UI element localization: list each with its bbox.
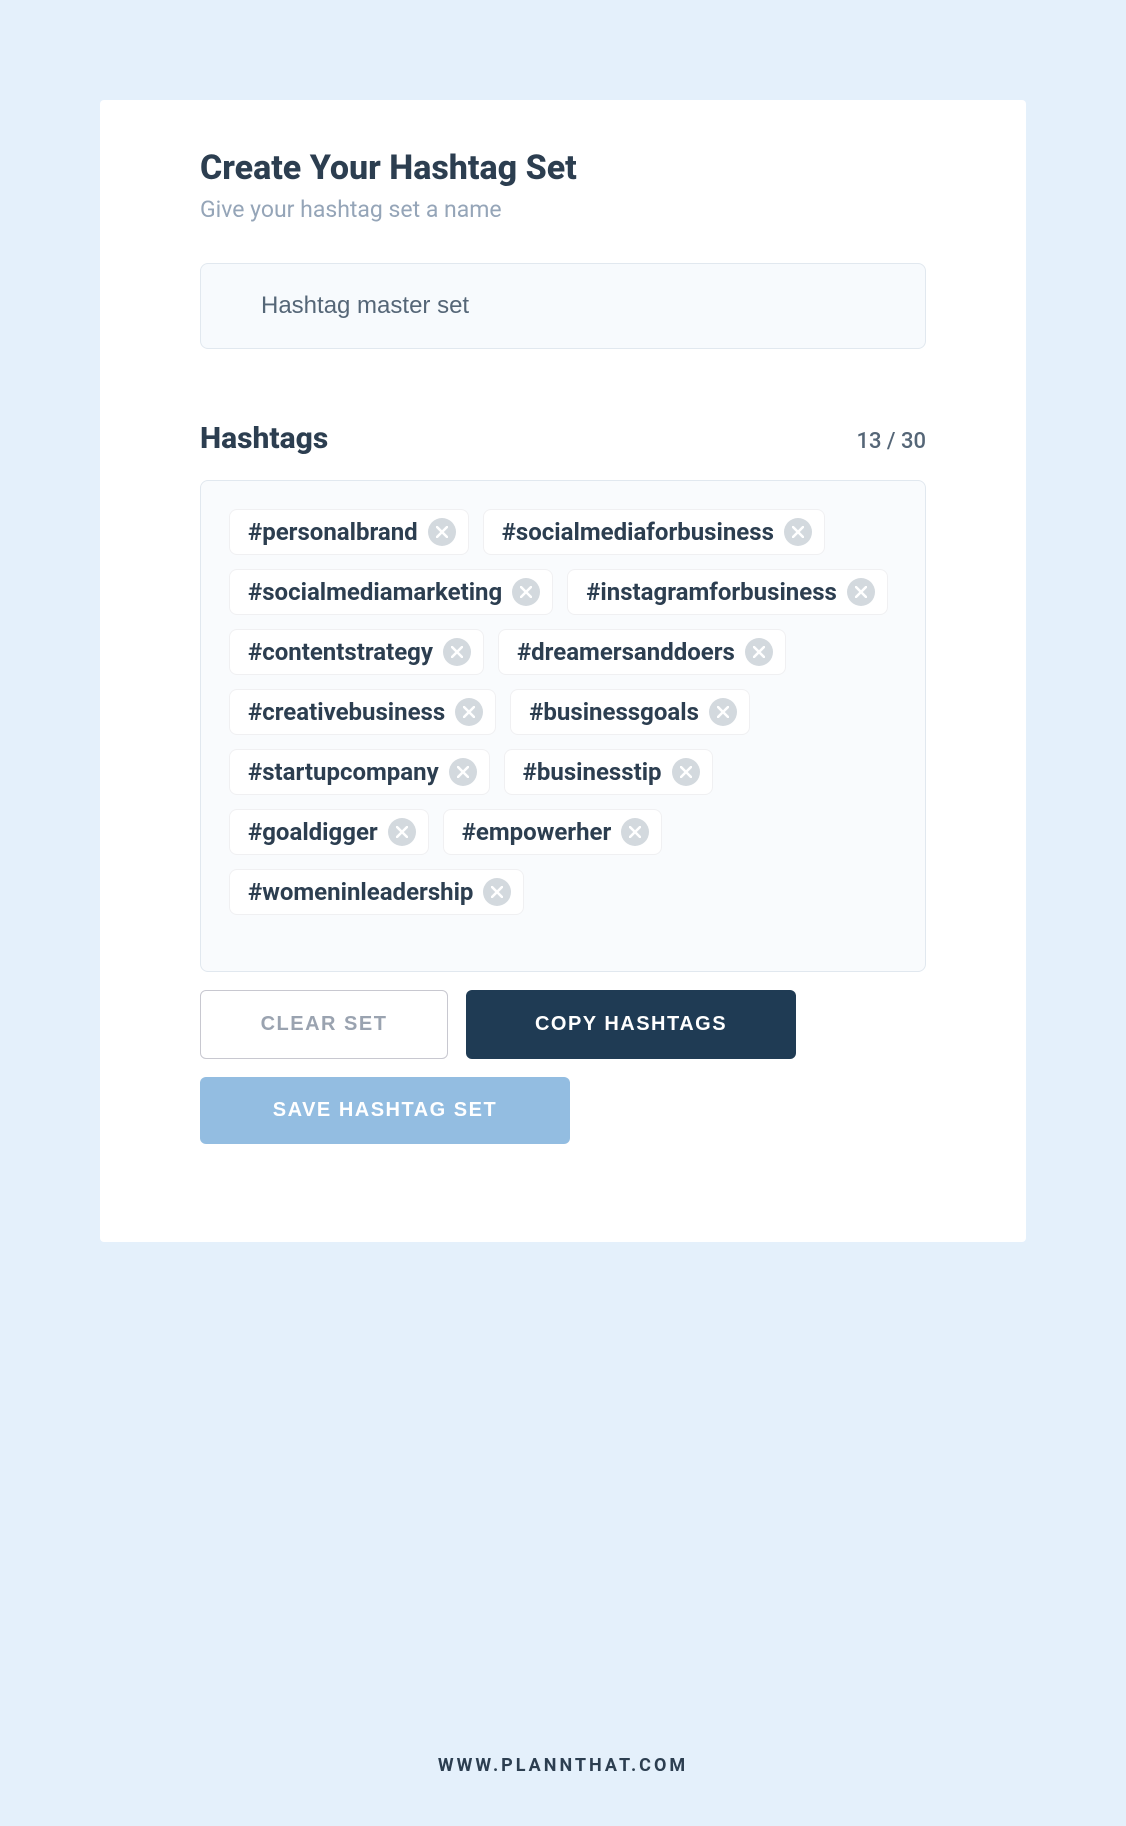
- hashtag-text: #businessgoals: [529, 698, 699, 726]
- close-icon: [491, 886, 503, 898]
- save-hashtag-set-button[interactable]: SAVE HASHTAG SET: [200, 1077, 570, 1144]
- hashtag-chip: #creativebusiness: [229, 689, 496, 735]
- hashtag-text: #goaldigger: [248, 818, 378, 846]
- hashtags-title: Hashtags: [200, 421, 328, 456]
- close-icon: [680, 766, 692, 778]
- remove-hashtag-button[interactable]: [847, 578, 875, 606]
- hashtag-chip: #socialmediaforbusiness: [483, 509, 825, 555]
- hashtag-text: #instagramforbusiness: [586, 578, 837, 606]
- remove-hashtag-button[interactable]: [621, 818, 649, 846]
- close-icon: [396, 826, 408, 838]
- hashtag-text: #businesstip: [523, 758, 662, 786]
- hashtag-chip: #socialmediamarketing: [229, 569, 553, 615]
- close-icon: [520, 586, 532, 598]
- hashtags-header: Hashtags 13 / 30: [200, 421, 926, 456]
- hashtag-chip: #contentstrategy: [229, 629, 484, 675]
- remove-hashtag-button[interactable]: [455, 698, 483, 726]
- hashtags-container[interactable]: #personalbrand #socialmediaforbusiness #so…: [200, 480, 926, 972]
- hashtag-text: #startupcompany: [248, 758, 439, 786]
- hashtag-chip: #businessgoals: [510, 689, 750, 735]
- hashtag-chip: #dreamersanddoers: [498, 629, 786, 675]
- hashtag-text: #socialmediaforbusiness: [502, 518, 774, 546]
- hashtag-text: #womeninleadership: [248, 878, 473, 906]
- hashtag-text: #empowerher: [462, 818, 612, 846]
- page-subtitle: Give your hashtag set a name: [200, 196, 926, 223]
- remove-hashtag-button[interactable]: [512, 578, 540, 606]
- hashtags-count: 13 / 30: [856, 429, 926, 454]
- remove-hashtag-button[interactable]: [428, 518, 456, 546]
- close-icon: [717, 706, 729, 718]
- hashtag-chip: #instagramforbusiness: [567, 569, 888, 615]
- hashtag-chip: #womeninleadership: [229, 869, 524, 915]
- save-button-row: SAVE HASHTAG SET: [200, 1077, 926, 1144]
- hashtag-text: #personalbrand: [248, 518, 418, 546]
- hashtag-text: #contentstrategy: [248, 638, 433, 666]
- footer-url: WWW.PLANNTHAT.COM: [0, 1755, 1126, 1776]
- close-icon: [436, 526, 448, 538]
- close-icon: [457, 766, 469, 778]
- close-icon: [629, 826, 641, 838]
- hashtag-chip: #personalbrand: [229, 509, 469, 555]
- hashtag-text: #creativebusiness: [248, 698, 445, 726]
- hashtag-chip: #businesstip: [504, 749, 713, 795]
- page-title: Create Your Hashtag Set: [200, 148, 926, 188]
- remove-hashtag-button[interactable]: [745, 638, 773, 666]
- remove-hashtag-button[interactable]: [388, 818, 416, 846]
- remove-hashtag-button[interactable]: [672, 758, 700, 786]
- close-icon: [463, 706, 475, 718]
- hashtag-text: #socialmediamarketing: [248, 578, 502, 606]
- hashtag-set-name-input[interactable]: [261, 292, 865, 320]
- remove-hashtag-button[interactable]: [709, 698, 737, 726]
- remove-hashtag-button[interactable]: [449, 758, 477, 786]
- hashtag-chip: #startupcompany: [229, 749, 490, 795]
- copy-hashtags-button[interactable]: COPY HASHTAGS: [466, 990, 796, 1059]
- remove-hashtag-button[interactable]: [784, 518, 812, 546]
- name-input-wrapper: [200, 263, 926, 349]
- hashtag-set-card: Create Your Hashtag Set Give your hashta…: [100, 100, 1026, 1242]
- close-icon: [855, 586, 867, 598]
- remove-hashtag-button[interactable]: [483, 878, 511, 906]
- action-button-row: CLEAR SET COPY HASHTAGS: [200, 990, 926, 1059]
- close-icon: [753, 646, 765, 658]
- clear-set-button[interactable]: CLEAR SET: [200, 990, 448, 1059]
- close-icon: [792, 526, 804, 538]
- hashtag-text: #dreamersanddoers: [517, 638, 735, 666]
- close-icon: [451, 646, 463, 658]
- hashtag-chip: #goaldigger: [229, 809, 429, 855]
- remove-hashtag-button[interactable]: [443, 638, 471, 666]
- hashtag-chip: #empowerher: [443, 809, 663, 855]
